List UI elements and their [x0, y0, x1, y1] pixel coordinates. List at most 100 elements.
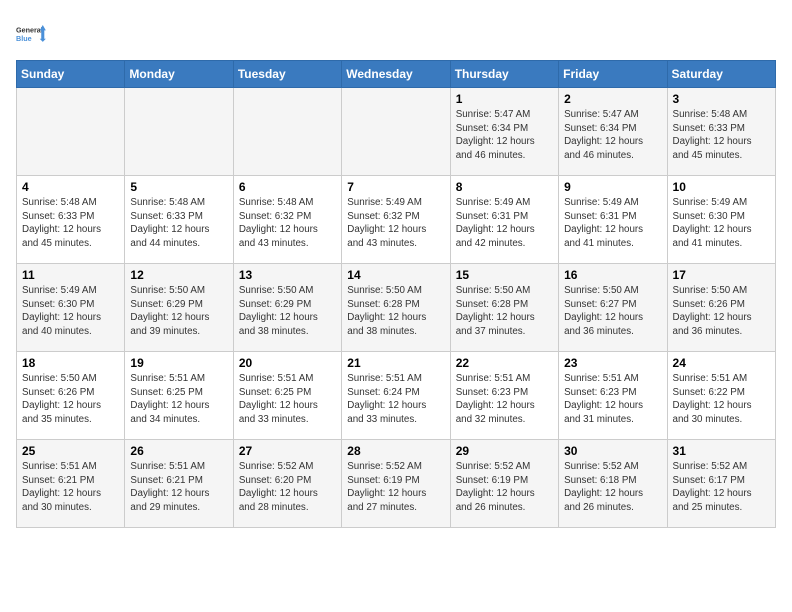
calendar-cell: 18 Sunrise: 5:50 AM Sunset: 6:26 PM Dayli… [17, 352, 125, 440]
page-header: GeneralBlue [16, 16, 776, 52]
day-number: 10 [673, 180, 770, 194]
calendar-cell: 12Sunrise: 5:50 AM Sunset: 6:29 PM Dayli… [125, 264, 233, 352]
day-number: 18 [22, 356, 119, 370]
calendar-cell: 24 Sunrise: 5:51 AM Sunset: 6:22 PM Dayli… [667, 352, 775, 440]
calendar-cell: 3 Sunrise: 5:48 AM Sunset: 6:33 PM Daylig… [667, 88, 775, 176]
day-number: 23 [564, 356, 661, 370]
weekday-header-tuesday: Tuesday [233, 61, 341, 88]
day-info: Sunrise: 5:51 AM Sunset: 6:23 PM Dayligh… [456, 372, 553, 427]
day-number: 15 [456, 268, 553, 282]
day-info: Sunrise: 5:49 AM Sunset: 6:30 PM Dayligh… [673, 196, 770, 251]
day-number: 13 [239, 268, 336, 282]
calendar-cell: 5 Sunrise: 5:48 AM Sunset: 6:33 PM Daylig… [125, 176, 233, 264]
day-number: 9 [564, 180, 661, 194]
day-info: Sunrise: 5:47 AM Sunset: 6:34 PM Dayligh… [456, 108, 553, 163]
calendar-cell: 13 Sunrise: 5:50 AM Sunset: 6:29 PM Dayli… [233, 264, 341, 352]
day-number: 19 [130, 356, 227, 370]
svg-text:General: General [16, 26, 43, 35]
weekday-header-wednesday: Wednesday [342, 61, 450, 88]
calendar-cell: 22 Sunrise: 5:51 AM Sunset: 6:23 PM Dayli… [450, 352, 558, 440]
day-number: 22 [456, 356, 553, 370]
logo-icon: GeneralBlue [16, 16, 52, 52]
day-number: 8 [456, 180, 553, 194]
day-info: Sunrise: 5:51 AM Sunset: 6:25 PM Dayligh… [130, 372, 227, 427]
calendar-cell: 14 Sunrise: 5:50 AM Sunset: 6:28 PM Dayli… [342, 264, 450, 352]
weekday-header-monday: Monday [125, 61, 233, 88]
calendar-cell: 19 Sunrise: 5:51 AM Sunset: 6:25 PM Dayli… [125, 352, 233, 440]
day-info: Sunrise: 5:51 AM Sunset: 6:22 PM Dayligh… [673, 372, 770, 427]
day-info: Sunrise: 5:51 AM Sunset: 6:21 PM Dayligh… [130, 460, 227, 515]
day-number: 16 [564, 268, 661, 282]
day-info: Sunrise: 5:51 AM Sunset: 6:25 PM Dayligh… [239, 372, 336, 427]
calendar-table: SundayMondayTuesdayWednesdayThursdayFrid… [16, 60, 776, 528]
day-info: Sunrise: 5:50 AM Sunset: 6:29 PM Dayligh… [239, 284, 336, 339]
weekday-header-thursday: Thursday [450, 61, 558, 88]
day-info: Sunrise: 5:48 AM Sunset: 6:33 PM Dayligh… [22, 196, 119, 251]
calendar-cell: 31 Sunrise: 5:52 AM Sunset: 6:17 PM Dayli… [667, 440, 775, 528]
calendar-cell: 4Sunrise: 5:48 AM Sunset: 6:33 PM Daylig… [17, 176, 125, 264]
day-info: Sunrise: 5:49 AM Sunset: 6:30 PM Dayligh… [22, 284, 119, 339]
calendar-cell: 26 Sunrise: 5:51 AM Sunset: 6:21 PM Dayli… [125, 440, 233, 528]
weekday-header-friday: Friday [559, 61, 667, 88]
day-info: Sunrise: 5:47 AM Sunset: 6:34 PM Dayligh… [564, 108, 661, 163]
day-number: 29 [456, 444, 553, 458]
calendar-cell: 21 Sunrise: 5:51 AM Sunset: 6:24 PM Dayli… [342, 352, 450, 440]
day-info: Sunrise: 5:48 AM Sunset: 6:33 PM Dayligh… [673, 108, 770, 163]
day-info: Sunrise: 5:52 AM Sunset: 6:19 PM Dayligh… [347, 460, 444, 515]
calendar-cell: 8 Sunrise: 5:49 AM Sunset: 6:31 PM Daylig… [450, 176, 558, 264]
calendar-cell: 28 Sunrise: 5:52 AM Sunset: 6:19 PM Dayli… [342, 440, 450, 528]
day-info: Sunrise: 5:50 AM Sunset: 6:28 PM Dayligh… [456, 284, 553, 339]
calendar-cell [342, 88, 450, 176]
calendar-cell: 9 Sunrise: 5:49 AM Sunset: 6:31 PM Daylig… [559, 176, 667, 264]
calendar-cell: 1 Sunrise: 5:47 AM Sunset: 6:34 PM Daylig… [450, 88, 558, 176]
day-info: Sunrise: 5:49 AM Sunset: 6:31 PM Dayligh… [564, 196, 661, 251]
calendar-cell: 20 Sunrise: 5:51 AM Sunset: 6:25 PM Dayli… [233, 352, 341, 440]
calendar-cell: 29 Sunrise: 5:52 AM Sunset: 6:19 PM Dayli… [450, 440, 558, 528]
day-info: Sunrise: 5:49 AM Sunset: 6:31 PM Dayligh… [456, 196, 553, 251]
calendar-cell [125, 88, 233, 176]
day-info: Sunrise: 5:52 AM Sunset: 6:19 PM Dayligh… [456, 460, 553, 515]
day-info: Sunrise: 5:48 AM Sunset: 6:32 PM Dayligh… [239, 196, 336, 251]
calendar-cell: 11 Sunrise: 5:49 AM Sunset: 6:30 PM Dayli… [17, 264, 125, 352]
day-info: Sunrise: 5:50 AM Sunset: 6:26 PM Dayligh… [22, 372, 119, 427]
day-number: 27 [239, 444, 336, 458]
calendar-cell: 25Sunrise: 5:51 AM Sunset: 6:21 PM Dayli… [17, 440, 125, 528]
day-info: Sunrise: 5:51 AM Sunset: 6:24 PM Dayligh… [347, 372, 444, 427]
calendar-cell: 10 Sunrise: 5:49 AM Sunset: 6:30 PM Dayli… [667, 176, 775, 264]
day-number: 6 [239, 180, 336, 194]
day-number: 20 [239, 356, 336, 370]
calendar-cell: 27 Sunrise: 5:52 AM Sunset: 6:20 PM Dayli… [233, 440, 341, 528]
day-info: Sunrise: 5:52 AM Sunset: 6:20 PM Dayligh… [239, 460, 336, 515]
day-info: Sunrise: 5:52 AM Sunset: 6:17 PM Dayligh… [673, 460, 770, 515]
day-number: 28 [347, 444, 444, 458]
calendar-cell: 30Sunrise: 5:52 AM Sunset: 6:18 PM Dayli… [559, 440, 667, 528]
day-info: Sunrise: 5:50 AM Sunset: 6:27 PM Dayligh… [564, 284, 661, 339]
calendar-cell: 23Sunrise: 5:51 AM Sunset: 6:23 PM Dayli… [559, 352, 667, 440]
day-number: 7 [347, 180, 444, 194]
calendar-cell [233, 88, 341, 176]
day-number: 2 [564, 92, 661, 106]
day-info: Sunrise: 5:48 AM Sunset: 6:33 PM Dayligh… [130, 196, 227, 251]
day-number: 24 [673, 356, 770, 370]
weekday-header-saturday: Saturday [667, 61, 775, 88]
day-info: Sunrise: 5:50 AM Sunset: 6:28 PM Dayligh… [347, 284, 444, 339]
day-info: Sunrise: 5:50 AM Sunset: 6:26 PM Dayligh… [673, 284, 770, 339]
day-number: 26 [130, 444, 227, 458]
day-number: 25 [22, 444, 119, 458]
day-number: 5 [130, 180, 227, 194]
day-number: 3 [673, 92, 770, 106]
svg-text:Blue: Blue [16, 34, 32, 43]
logo: GeneralBlue [16, 16, 52, 52]
day-number: 11 [22, 268, 119, 282]
calendar-cell: 15 Sunrise: 5:50 AM Sunset: 6:28 PM Dayli… [450, 264, 558, 352]
day-number: 12 [130, 268, 227, 282]
day-number: 30 [564, 444, 661, 458]
day-number: 1 [456, 92, 553, 106]
day-number: 31 [673, 444, 770, 458]
day-info: Sunrise: 5:49 AM Sunset: 6:32 PM Dayligh… [347, 196, 444, 251]
day-number: 14 [347, 268, 444, 282]
weekday-header-sunday: Sunday [17, 61, 125, 88]
calendar-cell: 17Sunrise: 5:50 AM Sunset: 6:26 PM Dayli… [667, 264, 775, 352]
calendar-cell: 7 Sunrise: 5:49 AM Sunset: 6:32 PM Daylig… [342, 176, 450, 264]
day-number: 21 [347, 356, 444, 370]
